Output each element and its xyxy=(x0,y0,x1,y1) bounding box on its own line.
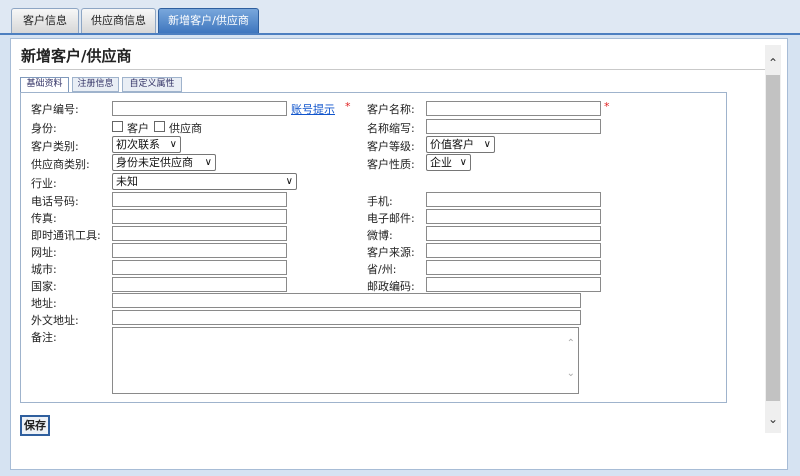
supplier-type-select[interactable]: 身份未定供应商 ∨ xyxy=(112,154,216,171)
scrollbar-thumb[interactable] xyxy=(766,75,780,401)
required-mark: * xyxy=(345,100,351,113)
customer-level-select[interactable]: 价值客户 ∨ xyxy=(426,136,495,153)
tab-customer-info[interactable]: 客户信息 xyxy=(11,8,79,34)
website-label: 网址: xyxy=(31,246,57,259)
identity-label: 身份: xyxy=(31,122,57,135)
mobile-input[interactable] xyxy=(426,192,601,207)
subtab-custom-attributes[interactable]: 自定义属性 xyxy=(122,77,182,92)
email-label: 电子邮件: xyxy=(367,212,415,225)
scroll-up-icon[interactable]: ⌃ xyxy=(765,53,781,73)
customer-no-label: 客户编号: xyxy=(31,103,79,116)
customer-level-label: 客户等级: xyxy=(367,140,415,153)
province-label: 省/州: xyxy=(367,263,397,276)
address-input[interactable] xyxy=(112,293,581,308)
customer-nature-value: 企业 xyxy=(430,156,452,169)
required-mark: * xyxy=(604,100,610,113)
basic-info-form: 客户编号: 账号提示 * 客户名称: * 身份: 客户 供应商 名称缩写: 客户… xyxy=(20,92,727,403)
tab-new-customer-supplier[interactable]: 新增客户/供应商 xyxy=(158,8,259,34)
industry-select[interactable]: 未知 ∨ xyxy=(112,173,297,190)
main-panel: 新增客户/供应商 ⌃ ⌄ 基础资料 注册信息 自定义属性 客户编号: 账号提示 … xyxy=(10,38,788,470)
customer-nature-label: 客户性质: xyxy=(367,158,415,171)
weibo-input[interactable] xyxy=(426,226,601,241)
zip-input[interactable] xyxy=(426,277,601,292)
industry-label: 行业: xyxy=(31,177,57,190)
chevron-down-icon: ∨ xyxy=(483,139,491,150)
subtab-basic-info[interactable]: 基础资料 xyxy=(20,77,69,93)
title-divider xyxy=(19,69,767,70)
email-input[interactable] xyxy=(426,209,601,224)
fax-label: 传真: xyxy=(31,212,57,225)
remark-textarea[interactable]: ⌃ ⌄ xyxy=(112,327,579,394)
save-button[interactable]: 保存 xyxy=(20,415,50,436)
zip-label: 邮政编码: xyxy=(367,280,415,293)
phone-label: 电话号码: xyxy=(31,195,79,208)
city-input[interactable] xyxy=(112,260,287,275)
account-hint-link[interactable]: 账号提示 xyxy=(291,101,335,117)
weibo-label: 微博: xyxy=(367,229,393,242)
customer-no-input[interactable] xyxy=(112,101,287,116)
industry-value: 未知 xyxy=(116,175,138,188)
tab-supplier-info[interactable]: 供应商信息 xyxy=(81,8,156,34)
tab-divider xyxy=(0,33,800,35)
customer-checkbox[interactable] xyxy=(112,121,123,132)
remark-label: 备注: xyxy=(31,331,57,344)
supplier-checkbox[interactable] xyxy=(154,121,165,132)
country-label: 国家: xyxy=(31,280,57,293)
subtab-registration-info[interactable]: 注册信息 xyxy=(72,77,119,92)
vertical-scrollbar[interactable]: ⌃ ⌄ xyxy=(765,45,781,433)
chevron-up-icon: ⌃ xyxy=(566,338,575,349)
chevron-down-icon: ∨ xyxy=(459,157,467,168)
customer-type-select[interactable]: 初次联系 ∨ xyxy=(112,136,181,153)
customer-nature-select[interactable]: 企业 ∨ xyxy=(426,154,471,171)
chevron-down-icon: ∨ xyxy=(169,139,177,150)
country-input[interactable] xyxy=(112,277,287,292)
chevron-down-icon: ⌄ xyxy=(566,368,575,379)
foreign-address-input[interactable] xyxy=(112,310,581,325)
scroll-down-icon[interactable]: ⌄ xyxy=(765,409,781,429)
customer-name-input[interactable] xyxy=(426,101,601,116)
supplier-type-label: 供应商类别: xyxy=(31,158,90,171)
supplier-checkbox-label: 供应商 xyxy=(169,122,202,135)
top-tab-bar: 客户信息 供应商信息 新增客户/供应商 xyxy=(0,0,800,35)
province-input[interactable] xyxy=(426,260,601,275)
chevron-down-icon: ∨ xyxy=(285,176,293,187)
page-title: 新增客户/供应商 xyxy=(21,47,132,65)
phone-input[interactable] xyxy=(112,192,287,207)
city-label: 城市: xyxy=(31,263,57,276)
customer-level-value: 价值客户 xyxy=(430,138,474,151)
short-name-label: 名称缩写: xyxy=(367,122,415,135)
source-input[interactable] xyxy=(426,243,601,258)
short-name-input[interactable] xyxy=(426,119,601,134)
mobile-label: 手机: xyxy=(367,195,393,208)
customer-type-value: 初次联系 xyxy=(116,138,160,151)
website-input[interactable] xyxy=(112,243,287,258)
source-label: 客户来源: xyxy=(367,246,415,259)
chevron-down-icon: ∨ xyxy=(204,157,212,168)
im-input[interactable] xyxy=(112,226,287,241)
supplier-type-value: 身份未定供应商 xyxy=(116,156,193,169)
customer-type-label: 客户类别: xyxy=(31,140,79,153)
customer-name-label: 客户名称: xyxy=(367,103,415,116)
customer-checkbox-label: 客户 xyxy=(127,122,149,135)
foreign-address-label: 外文地址: xyxy=(31,314,79,327)
fax-input[interactable] xyxy=(112,209,287,224)
im-label: 即时通讯工具: xyxy=(31,229,101,242)
address-label: 地址: xyxy=(31,297,57,310)
